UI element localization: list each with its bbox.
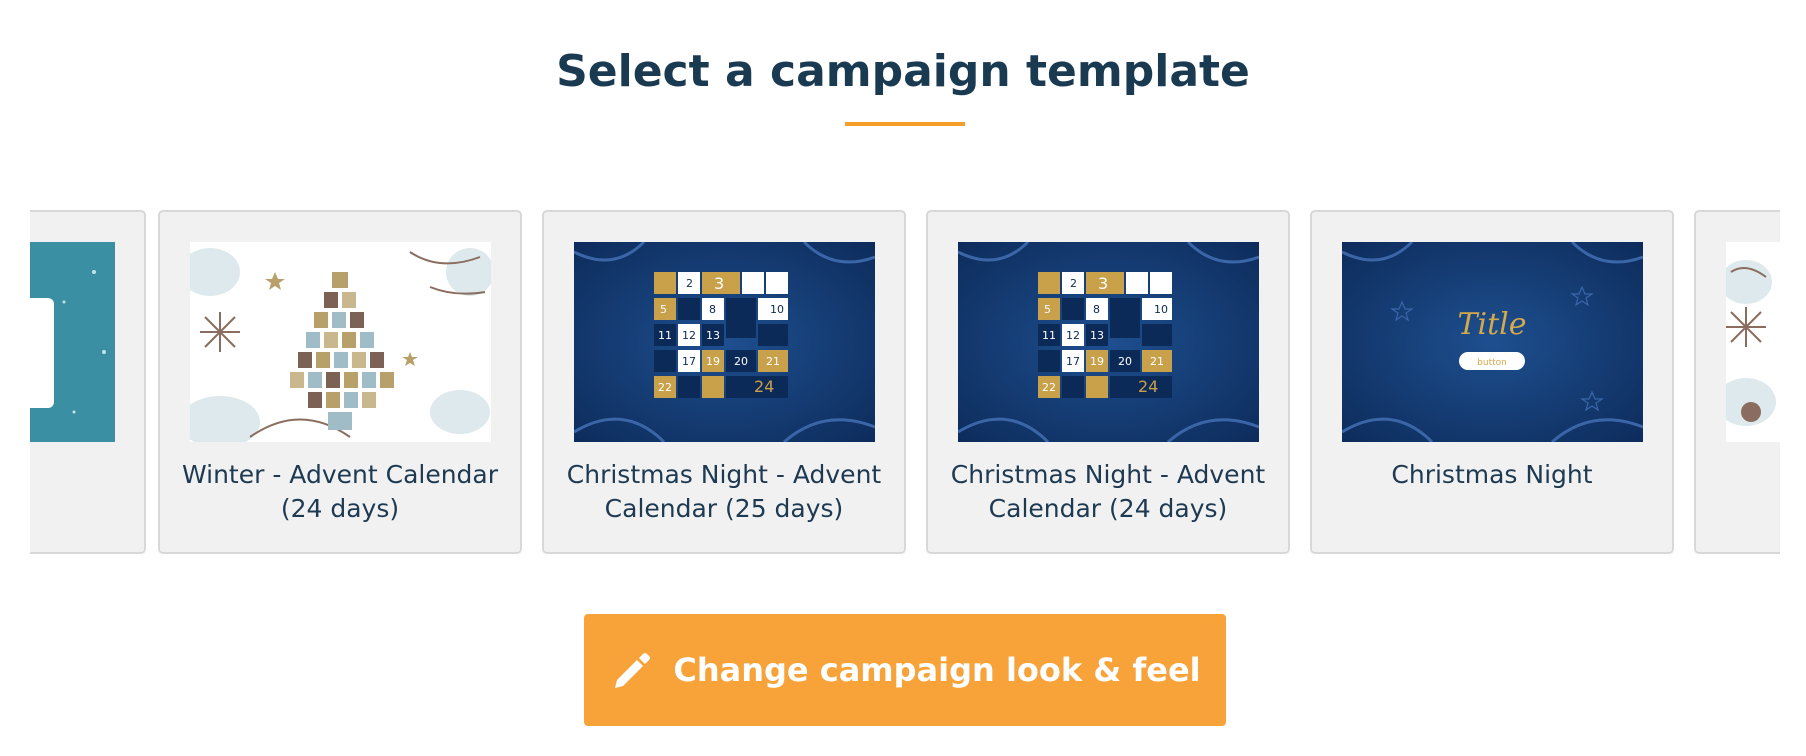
template-thumbnail [190, 242, 491, 442]
svg-text:11: 11 [1042, 329, 1056, 342]
svg-text:12: 12 [682, 329, 696, 342]
svg-text:10: 10 [770, 303, 784, 316]
svg-text:13: 13 [706, 329, 720, 342]
svg-text:3: 3 [714, 274, 724, 293]
svg-text:22: 22 [658, 381, 672, 394]
svg-text:2: 2 [686, 277, 693, 290]
svg-text:24: 24 [1138, 377, 1158, 396]
svg-text:21: 21 [1150, 355, 1164, 368]
svg-text:3: 3 [1098, 274, 1108, 293]
template-thumbnail: Title button [1342, 242, 1643, 442]
svg-text:2: 2 [1070, 277, 1077, 290]
template-name: Winter - Advent Calendar (24 days) [181, 460, 499, 523]
svg-text:21: 21 [766, 355, 780, 368]
svg-text:11: 11 [658, 329, 672, 342]
template-thumbnail [1726, 242, 1780, 442]
change-look-and-feel-label: Change campaign look & feel [673, 651, 1201, 689]
svg-text:17: 17 [682, 355, 696, 368]
svg-text:22: 22 [1042, 381, 1056, 394]
pencil-icon [609, 648, 653, 692]
svg-text:8: 8 [1093, 303, 1100, 316]
svg-text:12: 12 [1066, 329, 1080, 342]
svg-text:13: 13 [1090, 329, 1104, 342]
template-card-christmas-night[interactable]: Title button Christmas Night [1310, 210, 1674, 554]
preview-button-label: button [1477, 358, 1507, 368]
template-name: Christmas Night - Advent Calendar (24 da… [950, 460, 1266, 523]
template-carousel[interactable]: ue [30, 208, 1780, 556]
template-thumbnail: 2 3 5 8 10 11 12 13 17 19 20 21 22 24 [574, 242, 875, 442]
template-card-winter-advent[interactable]: Winter - Advent Calendar (24 days) [158, 210, 522, 554]
template-name: Christmas Night - Advent Calendar (25 da… [566, 460, 882, 523]
svg-text:20: 20 [734, 355, 748, 368]
template-card-5[interactable] [1694, 210, 1780, 554]
svg-text:24: 24 [754, 377, 774, 396]
svg-text:19: 19 [706, 355, 720, 368]
svg-text:20: 20 [1118, 355, 1132, 368]
template-name: Christmas Night [1391, 460, 1593, 489]
template-card-christmas-night-advent-25[interactable]: 2 3 5 8 10 11 12 13 17 19 20 21 22 24 Christmas N… [542, 210, 906, 554]
svg-text:5: 5 [660, 303, 667, 316]
svg-text:10: 10 [1154, 303, 1168, 316]
template-card-christmas-night-advent-24[interactable]: 2 3 5 8 10 11 12 13 17 19 20 21 22 24 Christmas N… [926, 210, 1290, 554]
title-underline [845, 122, 965, 126]
svg-text:17: 17 [1066, 355, 1080, 368]
svg-text:8: 8 [709, 303, 716, 316]
template-thumbnail: 2 3 5 8 10 11 12 13 17 19 20 21 22 24 [958, 242, 1259, 442]
template-card-0[interactable]: ue [30, 210, 146, 554]
svg-text:19: 19 [1090, 355, 1104, 368]
svg-text:5: 5 [1044, 303, 1051, 316]
change-look-and-feel-button[interactable]: Change campaign look & feel [584, 614, 1226, 726]
page-title: Select a campaign template [556, 46, 1250, 97]
template-thumbnail [30, 242, 115, 442]
preview-title: Title [1457, 307, 1526, 342]
